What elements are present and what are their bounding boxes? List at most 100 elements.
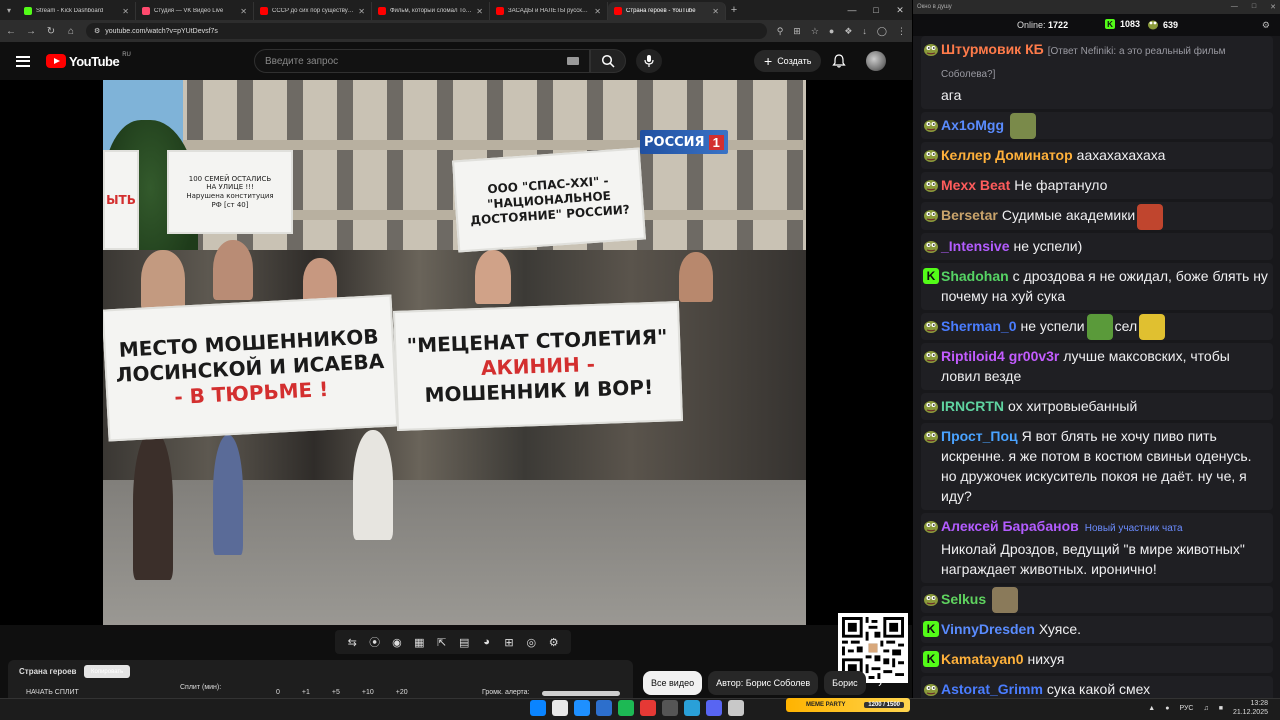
clock[interactable]: 13:28 21.12.2025: [1233, 699, 1268, 717]
minimize-icon[interactable]: —: [1231, 3, 1238, 11]
extension-puzzle-icon[interactable]: ❖: [844, 26, 852, 37]
chat-username[interactable]: Ax1oMgg: [941, 117, 1004, 133]
broadcast-icon[interactable]: ⦿: [367, 634, 383, 650]
close-window-icon[interactable]: ✕: [1270, 3, 1276, 11]
maximize-icon[interactable]: □: [1252, 3, 1256, 11]
meme-party-widget[interactable]: MEME PARTY 1200 / 1500: [786, 698, 910, 712]
close-icon[interactable]: ✕: [476, 7, 483, 16]
close-icon[interactable]: ✕: [240, 7, 247, 16]
chat-username[interactable]: Келлер Доминатор: [941, 147, 1073, 163]
telegram-icon[interactable]: [684, 700, 700, 716]
menu-hamburger-icon[interactable]: [16, 55, 30, 67]
close-icon[interactable]: ✕: [712, 7, 719, 16]
subtitles-icon[interactable]: ▤: [456, 636, 472, 649]
chat-username[interactable]: Astorat_Grimm: [941, 681, 1043, 697]
copy-button[interactable]: Копировать: [84, 665, 131, 678]
chat-username[interactable]: Riptiloid4: [941, 348, 1005, 364]
tab-youtube-1[interactable]: СССР до сих пор существует? ...✕: [254, 2, 372, 20]
bookmark-star-icon[interactable]: ☆: [811, 26, 819, 37]
wifi-icon[interactable]: ▲: [1148, 705, 1155, 712]
chat-username[interactable]: Kamatayan0: [941, 651, 1024, 667]
search-button[interactable]: [590, 49, 626, 73]
chat-username[interactable]: Selkus: [941, 591, 986, 607]
video-frame[interactable]: ЫТЬ 100 СЕМЕЙ ОСТАЛИСЬ НА УЛИЦЕ !!! Нару…: [103, 80, 806, 625]
profile-icon[interactable]: ◯: [877, 26, 887, 37]
download-icon[interactable]: ↓: [862, 26, 867, 37]
battery-icon[interactable]: ■: [1219, 705, 1223, 712]
chat-username[interactable]: Shadohan: [941, 268, 1009, 284]
eye-icon[interactable]: ◉: [389, 636, 405, 649]
settings-gear-icon[interactable]: ⚙: [546, 636, 562, 649]
opera-icon[interactable]: [640, 700, 656, 716]
alert-volume-slider[interactable]: [542, 691, 620, 696]
chevron-right-icon[interactable]: ›: [868, 671, 892, 695]
discord-icon[interactable]: [706, 700, 722, 716]
url-field[interactable]: ⚙ youtube.com/watch?v=pYUtDevsf7s: [86, 23, 767, 39]
mic-tray-icon[interactable]: ●: [1165, 705, 1169, 712]
chat-username[interactable]: VinnyDresden: [941, 621, 1035, 637]
search-input[interactable]: Введите запрос: [254, 49, 590, 73]
steam-icon[interactable]: [596, 700, 612, 716]
youtube-logo[interactable]: YouTube RU: [46, 52, 131, 69]
voice-search-button[interactable]: [636, 49, 662, 73]
chip-author[interactable]: Автор: Борис Соболев: [708, 671, 819, 695]
close-icon[interactable]: ✕: [358, 7, 365, 16]
close-icon[interactable]: ✕: [594, 7, 601, 16]
tab-vk[interactable]: Студия — VK Видео Live ✕: [136, 2, 254, 20]
chat-username[interactable]: Sherman_0: [941, 318, 1016, 334]
install-icon[interactable]: ⊞: [793, 26, 801, 37]
chip-all-videos[interactable]: Все видео: [643, 671, 703, 695]
keyboard-icon[interactable]: [567, 57, 579, 65]
create-button[interactable]: + Создать: [754, 50, 822, 72]
close-window-icon[interactable]: ✕: [888, 5, 912, 16]
account-avatar[interactable]: [866, 51, 886, 71]
extension-icon[interactable]: ●: [829, 26, 834, 37]
add-clip-icon[interactable]: ⊞: [501, 636, 517, 649]
windows-start-icon[interactable]: [530, 700, 546, 716]
chat-username[interactable]: Mexx Beat: [941, 177, 1010, 193]
split-value[interactable]: 0: [276, 689, 280, 696]
chat-username[interactable]: Прост_Поц: [941, 428, 1018, 444]
speed-gauge-icon[interactable]: ◕: [479, 636, 495, 648]
resize-icon[interactable]: ⇱: [434, 636, 450, 649]
tab-kick[interactable]: Stream - Kick Dashboard ✕: [18, 2, 136, 20]
chat-username[interactable]: gr00v3r: [1009, 348, 1060, 364]
loop-icon[interactable]: ⇆: [344, 636, 360, 649]
split-value[interactable]: +1: [302, 689, 310, 696]
film-icon[interactable]: ▦: [411, 636, 427, 649]
obs-icon[interactable]: [662, 700, 678, 716]
forward-icon[interactable]: →: [26, 26, 36, 37]
tab-youtube-2[interactable]: Фильм, который сломал Томь... ✕: [372, 2, 490, 20]
back-icon[interactable]: ←: [6, 26, 16, 37]
spotify-icon[interactable]: [618, 700, 634, 716]
tab-youtube-active[interactable]: Страна героев - YouTube ✕: [608, 2, 726, 20]
chat-username[interactable]: Алексей Барабанов: [941, 518, 1079, 534]
notifications-bell-icon[interactable]: [832, 54, 846, 68]
chat-username[interactable]: IRNCRTN: [941, 398, 1004, 414]
chat-username[interactable]: Штурмовик КБ: [941, 41, 1044, 57]
zoom-icon[interactable]: ⚲: [777, 26, 784, 37]
close-icon[interactable]: ✕: [122, 7, 129, 16]
video-player[interactable]: ЫТЬ 100 СЕМЕЙ ОСТАЛИСЬ НА УЛИЦЕ !!! Нару…: [0, 80, 912, 625]
reload-icon[interactable]: ↻: [46, 26, 56, 37]
start-split-button[interactable]: НАЧАТЬ СПЛИТ: [26, 689, 79, 696]
tab-youtube-3[interactable]: ЗАСАДЫ и НАЛЁТЫ русских Р... ✕: [490, 2, 608, 20]
chat-username[interactable]: _Intensive: [941, 238, 1009, 254]
menu-dots-icon[interactable]: ⋮: [897, 26, 906, 37]
minimize-icon[interactable]: —: [840, 5, 864, 16]
chat-username[interactable]: Bersetar: [941, 207, 998, 223]
chip-boris[interactable]: Борис: [824, 671, 866, 695]
camera-icon[interactable]: ◎: [523, 636, 539, 649]
tab-search-icon[interactable]: ▾: [0, 0, 18, 20]
split-value[interactable]: +5: [332, 689, 340, 696]
edge-icon[interactable]: [574, 700, 590, 716]
app-icon[interactable]: [728, 700, 744, 716]
site-info-icon[interactable]: ⚙: [94, 27, 100, 35]
maximize-icon[interactable]: □: [864, 5, 888, 16]
new-tab-button[interactable]: +: [726, 4, 742, 16]
chat-settings-icon[interactable]: ⚙: [1262, 20, 1270, 31]
home-icon[interactable]: ⌂: [66, 26, 76, 37]
chrome-icon[interactable]: [552, 700, 568, 716]
language-indicator[interactable]: РУС: [1179, 705, 1193, 712]
split-value[interactable]: +20: [396, 689, 408, 696]
